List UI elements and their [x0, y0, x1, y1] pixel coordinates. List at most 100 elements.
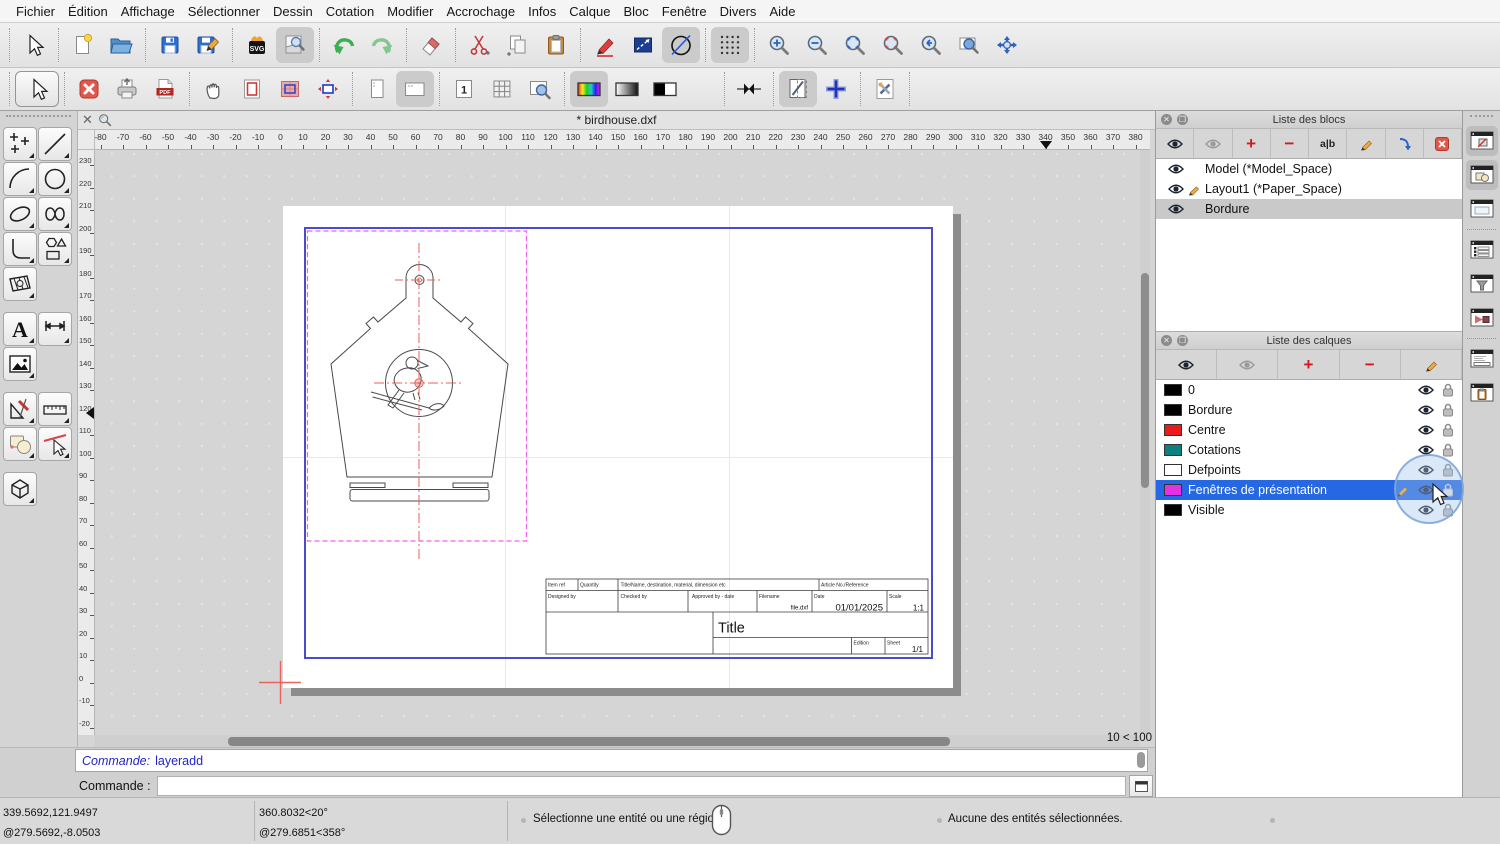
spline-tool-icon[interactable] — [38, 197, 72, 231]
landscape-orientation-icon[interactable] — [396, 71, 434, 107]
new-document-icon[interactable] — [64, 27, 102, 63]
select-tool-icon[interactable] — [38, 427, 72, 461]
panel-close-icon[interactable]: ✕ — [1161, 335, 1172, 346]
menu-cotation[interactable]: Cotation — [326, 4, 374, 19]
layer-lock-icon[interactable] — [1442, 403, 1454, 417]
circle-tool-icon[interactable] — [38, 162, 72, 196]
grayscale-icon[interactable] — [608, 71, 646, 107]
single-page-icon[interactable]: 1 — [445, 71, 483, 107]
layer-row[interactable]: Centre — [1156, 420, 1462, 440]
block-visibility-eye-icon[interactable] — [1168, 203, 1184, 215]
portrait-orientation-icon[interactable] — [358, 71, 396, 107]
print-preview-icon[interactable] — [276, 27, 314, 63]
block-visibility-eye-icon[interactable] — [1168, 163, 1184, 175]
redo-icon[interactable] — [363, 27, 401, 63]
pdf-export-icon[interactable]: PDF — [146, 71, 184, 107]
menu-fichier[interactable]: Fichier — [16, 4, 55, 19]
page-border-icon[interactable] — [233, 71, 271, 107]
remove-layer-icon[interactable]: − — [1340, 350, 1401, 379]
menu-bloc[interactable]: Bloc — [623, 4, 648, 19]
block-info-tool-icon[interactable] — [3, 427, 37, 461]
tab-close-icon[interactable]: ✕ — [82, 112, 93, 128]
vertical-scrollbar-thumb[interactable] — [1141, 273, 1149, 488]
solid-3d-tool-icon[interactable] — [3, 472, 37, 506]
add-layer-icon[interactable]: + — [1278, 350, 1340, 379]
clipboard-window-icon[interactable] — [1466, 378, 1498, 408]
settings-tools-icon[interactable] — [866, 71, 904, 107]
layer-visibility-eye-icon[interactable] — [1418, 384, 1434, 396]
text-tool-icon[interactable]: A — [3, 312, 37, 346]
menu-accrochage[interactable]: Accrochage — [446, 4, 515, 19]
hide-all-eye-icon[interactable] — [1217, 350, 1279, 379]
block-visibility-eye-icon[interactable] — [1168, 183, 1184, 195]
eraser-icon[interactable] — [412, 27, 450, 63]
command-input[interactable] — [156, 776, 1126, 796]
delete-block-icon[interactable] — [1424, 129, 1462, 158]
edit-layer-icon[interactable] — [1401, 350, 1463, 379]
svg-export-icon[interactable]: SVG — [238, 27, 276, 63]
zoom-page-icon[interactable] — [521, 71, 559, 107]
dimension-tool-icon[interactable] — [38, 312, 72, 346]
full-color-icon[interactable] — [570, 71, 608, 107]
menu-calque[interactable]: Calque — [569, 4, 610, 19]
horizontal-scrollbar[interactable] — [95, 735, 1140, 747]
sidebar-drag-handle[interactable] — [1470, 115, 1493, 122]
layer-lock-icon[interactable] — [1442, 423, 1454, 437]
drawing-canvas[interactable]: Item ref Quantity Title/Name, destinatio… — [95, 150, 1140, 735]
copy-icon[interactable] — [499, 27, 537, 63]
palette-drag-handle[interactable] — [6, 115, 71, 123]
shape-tool-icon[interactable] — [38, 232, 72, 266]
menu-fenetre[interactable]: Fenêtre — [662, 4, 707, 19]
menu-infos[interactable]: Infos — [528, 4, 556, 19]
property-editor-window-icon[interactable] — [1466, 235, 1498, 265]
zoom-window-icon[interactable] — [950, 27, 988, 63]
block-row[interactable]: Model (*Model_Space) — [1156, 159, 1462, 179]
undo-icon[interactable] — [325, 27, 363, 63]
zoom-pan-icon[interactable] — [988, 27, 1026, 63]
menu-affichage[interactable]: Affichage — [121, 4, 175, 19]
rename-block-icon[interactable]: a|b — [1309, 129, 1348, 158]
panel-close-icon[interactable]: ✕ — [1161, 114, 1172, 125]
horizontal-scrollbar-thumb[interactable] — [228, 736, 950, 746]
layer-list-window-icon[interactable] — [1465, 160, 1498, 190]
points-tool-icon[interactable] — [3, 127, 37, 161]
zoom-selection-icon[interactable] — [874, 27, 912, 63]
menu-edition[interactable]: Édition — [68, 4, 108, 19]
command-options-button[interactable] — [1129, 775, 1153, 797]
zoom-out-icon[interactable] — [798, 27, 836, 63]
zoom-in-icon[interactable] — [760, 27, 798, 63]
laser-window-icon[interactable] — [1466, 303, 1498, 333]
image-tool-icon[interactable] — [3, 347, 37, 381]
close-print-preview-icon[interactable] — [70, 71, 108, 107]
draft-mode-icon[interactable] — [662, 27, 700, 63]
select-cursor-button[interactable] — [15, 71, 59, 107]
menu-divers[interactable]: Divers — [720, 4, 757, 19]
hide-all-eye-icon[interactable] — [1194, 129, 1233, 158]
layer-row[interactable]: 0 — [1156, 380, 1462, 400]
scale-reference-icon[interactable] — [624, 27, 662, 63]
insert-block-icon[interactable] — [1386, 129, 1424, 158]
draft-lines-icon[interactable] — [779, 71, 817, 107]
vertical-scrollbar[interactable] — [1140, 150, 1150, 735]
hatch-tool-icon[interactable] — [3, 267, 37, 301]
block-row[interactable]: Bordure — [1156, 199, 1462, 219]
line-tool-icon[interactable] — [38, 127, 72, 161]
zoom-auto-icon[interactable] — [836, 27, 874, 63]
layer-lock-icon[interactable] — [1442, 443, 1454, 457]
add-block-icon[interactable]: + — [1233, 129, 1271, 158]
layer-row[interactable]: Bordure — [1156, 400, 1462, 420]
ellipse-tool-icon[interactable] — [3, 197, 37, 231]
panel-undock-icon[interactable]: ❐ — [1177, 335, 1188, 346]
remove-block-icon[interactable]: − — [1271, 129, 1309, 158]
menu-dessin[interactable]: Dessin — [273, 4, 313, 19]
edit-block-icon[interactable] — [1347, 129, 1386, 158]
paste-icon[interactable] — [537, 27, 575, 63]
block-row[interactable]: Layout1 (*Paper_Space) — [1156, 179, 1462, 199]
layer-visibility-eye-icon[interactable] — [1418, 404, 1434, 416]
command-history-scrollbar[interactable] — [1137, 752, 1145, 768]
open-file-icon[interactable] — [102, 27, 140, 63]
select-cursor-icon[interactable] — [15, 27, 53, 63]
menu-selectionner[interactable]: Sélectionner — [188, 4, 260, 19]
pan-hand-icon[interactable] — [195, 71, 233, 107]
arc-tool-icon[interactable] — [3, 162, 37, 196]
